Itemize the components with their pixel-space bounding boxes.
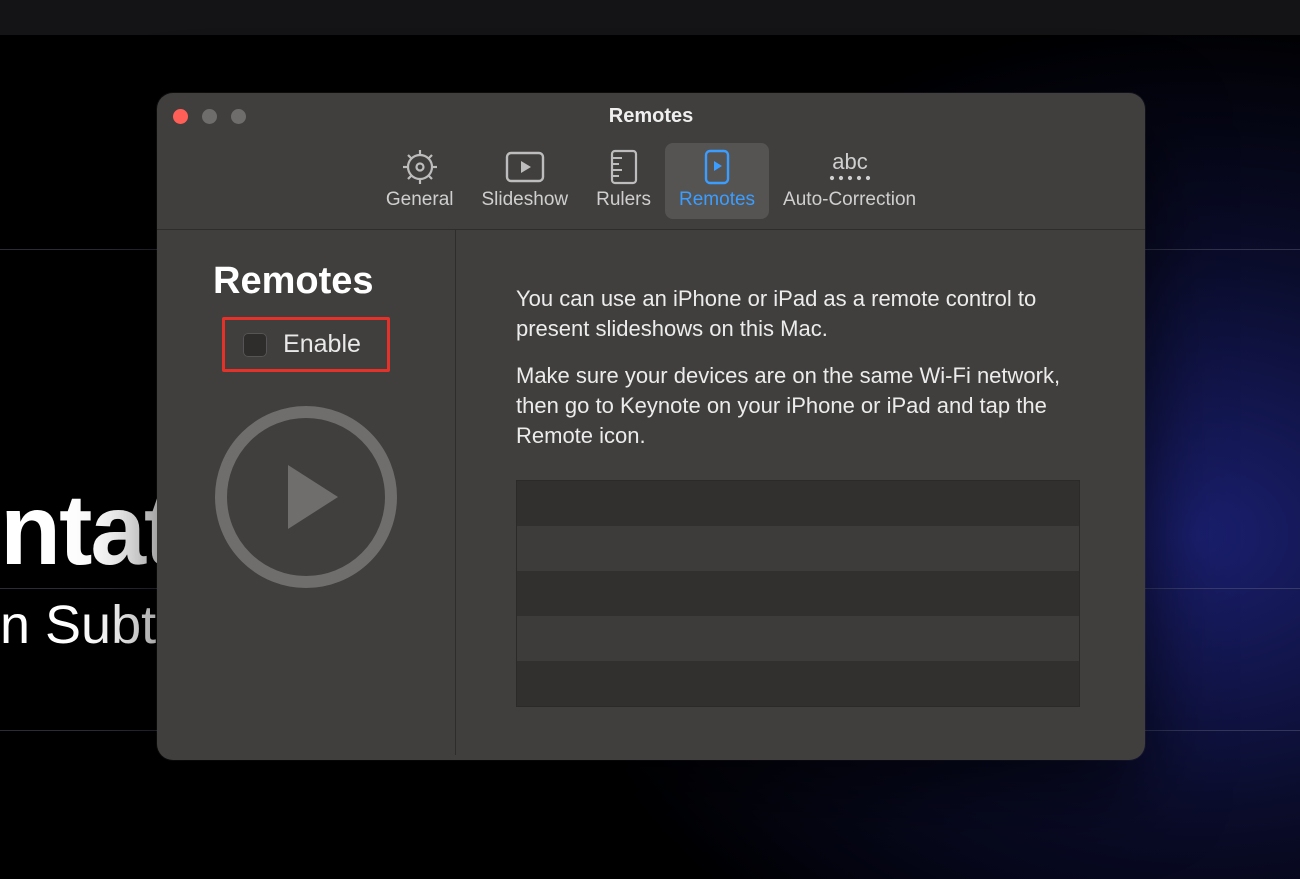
tab-label: Auto-Correction (783, 189, 916, 211)
device-row[interactable] (517, 571, 1079, 616)
tab-rulers[interactable]: Rulers (582, 143, 665, 219)
tab-label: Rulers (596, 189, 651, 211)
window-title: Remotes (157, 105, 1145, 128)
tab-label: Remotes (679, 189, 755, 211)
description-paragraph-2: Make sure your devices are on the same W… (516, 361, 1085, 450)
tab-label: General (386, 189, 454, 211)
preferences-toolbar: General Slideshow Rulers Remotes abc Aut… (157, 139, 1145, 230)
tab-label: Slideshow (482, 189, 569, 211)
play-rect-icon (505, 149, 545, 185)
device-row[interactable] (517, 616, 1079, 661)
device-row[interactable] (517, 526, 1079, 571)
enable-remotes-row[interactable]: Enable (222, 317, 390, 372)
phone-remote-icon (704, 149, 730, 185)
play-circle-icon (215, 406, 397, 588)
enable-checkbox[interactable] (243, 333, 267, 357)
sidebar-heading: Remotes (213, 260, 374, 303)
device-row[interactable] (517, 481, 1079, 526)
abc-icon: abc (818, 149, 882, 185)
tab-autocorrection[interactable]: abc Auto-Correction (769, 143, 930, 219)
tab-remotes[interactable]: Remotes (665, 143, 769, 219)
slide-subtitle-fragment: n Subti (0, 598, 168, 652)
svg-text:abc: abc (832, 149, 867, 174)
remotes-main-panel: You can use an iPhone or iPad as a remot… (456, 230, 1145, 755)
gear-icon (402, 149, 438, 185)
remote-devices-list[interactable] (516, 480, 1080, 707)
description-paragraph-1: You can use an iPhone or iPad as a remot… (516, 284, 1085, 343)
preferences-content: Remotes Enable You can use an iPhone or … (157, 230, 1145, 755)
slide-title-fragment: ntat (0, 480, 175, 580)
device-row[interactable] (517, 661, 1079, 706)
window-titlebar[interactable]: Remotes (157, 93, 1145, 139)
play-triangle-icon (288, 465, 338, 529)
ruler-icon (606, 149, 642, 185)
remotes-sidebar: Remotes Enable (157, 230, 456, 755)
app-menubar-area (0, 0, 1300, 35)
enable-label: Enable (283, 330, 361, 359)
tab-slideshow[interactable]: Slideshow (468, 143, 583, 219)
preferences-window: Remotes General Slideshow Rulers Remot (157, 93, 1145, 760)
tab-general[interactable]: General (372, 143, 468, 219)
